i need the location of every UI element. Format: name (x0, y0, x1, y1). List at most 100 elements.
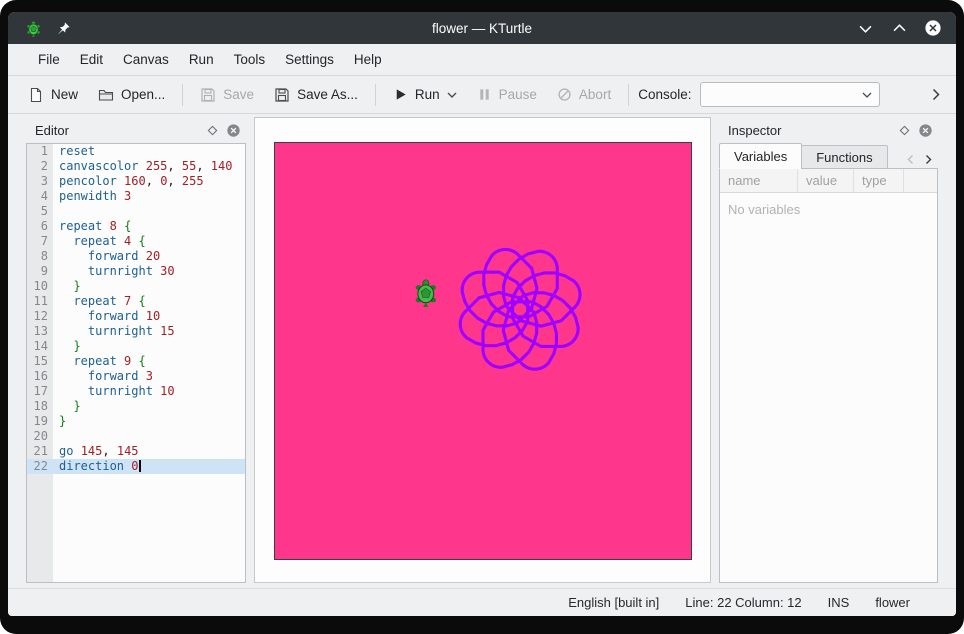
code-line-16[interactable]: 16 forward 3 (27, 369, 245, 384)
new-document-icon (28, 87, 44, 103)
inspector-float-button[interactable] (895, 121, 913, 139)
float-diamond-icon (207, 125, 218, 136)
code-line-4[interactable]: 4penwidth 3 (27, 189, 245, 204)
code-line-17[interactable]: 17 turnright 10 (27, 384, 245, 399)
code-line-20[interactable]: 20 (27, 429, 245, 444)
tab-scroll-left-icon[interactable] (902, 149, 918, 169)
run-play-icon (393, 87, 408, 102)
close-icon[interactable] (924, 19, 942, 37)
line-number: 16 (27, 369, 53, 384)
code-line-7[interactable]: 7 repeat 4 { (27, 234, 245, 249)
line-number: 13 (27, 324, 53, 339)
column-header-filler (904, 169, 937, 192)
inspector-close-button[interactable] (916, 121, 934, 139)
kturtle-window: flower — KTurtle (8, 12, 956, 616)
line-number: 11 (27, 294, 53, 309)
code-line-11[interactable]: 11 repeat 7 { (27, 294, 245, 309)
canvas-viewport[interactable] (254, 117, 711, 583)
line-number: 5 (27, 204, 53, 219)
code-line-21[interactable]: 21go 145, 145 (27, 444, 245, 459)
save-as-button[interactable]: Save As... (264, 80, 368, 109)
line-number: 21 (27, 444, 53, 459)
no-variables-text: No variables (720, 193, 937, 226)
app-turtle-icon[interactable] (24, 19, 42, 37)
column-header-value[interactable]: value (798, 169, 854, 192)
column-header-type[interactable]: type (854, 169, 904, 192)
menu-item-edit[interactable]: Edit (70, 47, 113, 72)
code-line-22[interactable]: 22direction 0 (27, 459, 245, 474)
line-number: 14 (27, 339, 53, 354)
inspector-panel-title: Inspector (728, 123, 781, 138)
menu-item-help[interactable]: Help (344, 47, 392, 72)
code-line-18[interactable]: 18 } (27, 399, 245, 414)
save-button-label: Save (223, 87, 254, 102)
line-number: 6 (27, 219, 53, 234)
menu-item-file[interactable]: File (28, 47, 70, 72)
inspector-panel-header: Inspector (719, 117, 938, 143)
statusbar: English [built in] Line: 22 Column: 12 I… (8, 588, 956, 616)
code-line-3[interactable]: 3pencolor 160, 0, 255 (27, 174, 245, 189)
pin-icon[interactable] (54, 19, 72, 37)
variables-table-header: name value type (720, 169, 937, 193)
code-line-10[interactable]: 10 } (27, 279, 245, 294)
new-button-label: New (51, 87, 78, 102)
editor-panel-title: Editor (35, 123, 69, 138)
pause-button[interactable]: Pause (467, 80, 547, 109)
run-button-label: Run (415, 87, 440, 102)
code-line-5[interactable]: 5 (27, 204, 245, 219)
window-frame: flower — KTurtle (0, 0, 964, 634)
run-button[interactable]: Run (383, 80, 467, 109)
editor-float-button[interactable] (203, 121, 221, 139)
code-line-9[interactable]: 9 turnright 30 (27, 264, 245, 279)
code-line-1[interactable]: 1reset (27, 144, 245, 159)
shade-icon[interactable] (856, 19, 874, 37)
toolbar-separator (375, 84, 376, 106)
dock-close-icon (918, 123, 933, 138)
line-number: 3 (27, 174, 53, 189)
line-number: 12 (27, 309, 53, 324)
line-number: 17 (27, 384, 53, 399)
status-cursor-position: Line: 22 Column: 12 (685, 595, 801, 610)
code-line-14[interactable]: 14 } (27, 339, 245, 354)
code-line-6[interactable]: 6repeat 8 { (27, 219, 245, 234)
column-header-name[interactable]: name (720, 169, 798, 192)
turtle-canvas[interactable] (275, 143, 691, 559)
editor-close-button[interactable] (224, 121, 242, 139)
new-button[interactable]: New (18, 80, 88, 109)
code-editor[interactable]: 1reset2canvascolor 255, 55, 1403pencolor… (26, 143, 246, 583)
console-combobox[interactable] (700, 82, 880, 107)
tab-variables[interactable]: Variables (719, 143, 802, 169)
tab-functions[interactable]: Functions (801, 145, 887, 169)
toolbar-overflow-button[interactable] (926, 82, 946, 108)
open-button[interactable]: Open... (88, 80, 175, 109)
code-line-2[interactable]: 2canvascolor 255, 55, 140 (27, 159, 245, 174)
toolbar-separator (182, 84, 183, 106)
titlebar[interactable]: flower — KTurtle (8, 12, 956, 44)
menu-item-tools[interactable]: Tools (224, 47, 276, 72)
code-line-13[interactable]: 13 turnright 15 (27, 324, 245, 339)
menubar: FileEditCanvasRunToolsSettingsHelp (8, 44, 956, 76)
main-area: Editor 1reset2canvascolor 255, 55, 1403p… (8, 114, 956, 588)
menu-item-canvas[interactable]: Canvas (113, 47, 179, 72)
canvas-panel (254, 117, 711, 583)
maximize-icon[interactable] (890, 19, 908, 37)
code-line-12[interactable]: 12 forward 10 (27, 309, 245, 324)
run-dropdown-icon (447, 92, 457, 98)
variables-table: name value type No variables (719, 168, 938, 583)
tab-scroll-right-icon[interactable] (920, 149, 936, 169)
abort-icon (557, 87, 572, 102)
abort-button[interactable]: Abort (547, 80, 621, 109)
save-as-button-label: Save As... (297, 87, 358, 102)
line-number: 1 (27, 144, 53, 159)
menu-item-settings[interactable]: Settings (275, 47, 344, 72)
status-script-name: flower (875, 595, 910, 610)
overflow-chevron-icon (932, 88, 940, 101)
save-button[interactable]: Save (190, 80, 264, 109)
line-number: 10 (27, 279, 53, 294)
menu-item-run[interactable]: Run (179, 47, 224, 72)
text-caret (139, 460, 141, 472)
line-number: 19 (27, 414, 53, 429)
code-line-15[interactable]: 15 repeat 9 { (27, 354, 245, 369)
code-line-8[interactable]: 8 forward 20 (27, 249, 245, 264)
code-line-19[interactable]: 19} (27, 414, 245, 429)
